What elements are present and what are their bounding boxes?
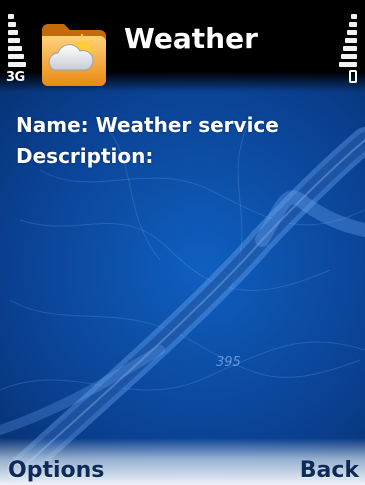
battery-icon [349,70,357,83]
app-title: Weather [124,22,258,55]
road-number-label: 395 [216,355,241,370]
name-value: Weather service [95,113,279,137]
folder-weather-icon [42,24,106,86]
name-label: Name: [16,113,89,137]
details-panel: Name: Weather service Description: [16,110,279,172]
name-row: Name: Weather service [16,110,279,141]
status-bar: 3G Weather [0,0,365,92]
network-type-label: 3G [6,70,25,85]
screen: 395 3G Weather Name: Weather service Des… [0,0,365,485]
description-label: Description: [16,144,154,168]
options-softkey[interactable]: Options [8,458,104,483]
signal-strength-icon [6,14,26,72]
description-row: Description: [16,141,279,172]
battery-level-icon [339,14,359,72]
back-softkey[interactable]: Back [300,458,359,483]
